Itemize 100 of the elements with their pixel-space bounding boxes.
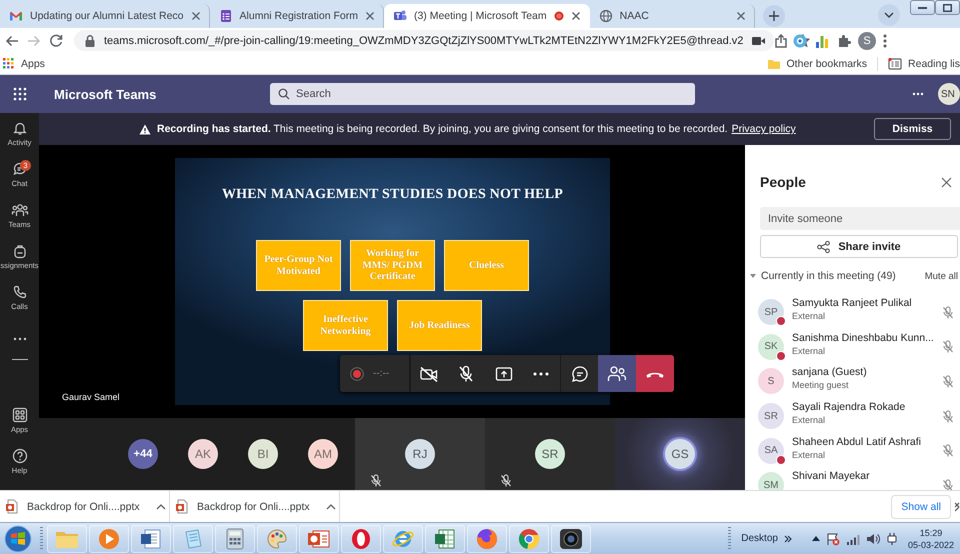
menu-icon[interactable] [882, 32, 888, 48]
chevron-down-icon [884, 12, 894, 18]
participant-avatar: SA [758, 438, 784, 464]
caret-down-icon[interactable] [749, 272, 757, 280]
search-icon [278, 88, 290, 100]
browser-tab[interactable]: (3) Meeting | Microsoft Team [384, 4, 590, 28]
lock-icon [84, 34, 96, 47]
more-icon[interactable] [12, 336, 26, 340]
participant-role: External [792, 450, 826, 460]
hangup-button[interactable] [636, 355, 674, 392]
clock[interactable]: 15:29 05-03-2022 [908, 526, 954, 550]
speaker-icon[interactable] [866, 532, 880, 546]
user-avatar[interactable]: SN [938, 83, 960, 105]
browser-icon[interactable] [518, 528, 540, 550]
chevron-up-icon[interactable] [326, 504, 336, 510]
close-icon[interactable] [364, 11, 375, 21]
ring-icon[interactable] [350, 528, 372, 550]
participant-avatar: SM [758, 472, 784, 490]
camera-icon[interactable] [559, 528, 583, 550]
warning-icon [139, 124, 151, 134]
folder-icon [766, 58, 781, 70]
participant-name[interactable]: sanjana (Guest) [792, 366, 934, 378]
participant-avatar: BI [248, 439, 278, 469]
apps-icon[interactable] [12, 407, 28, 423]
presentation-icon[interactable] [307, 528, 331, 550]
panel-title: People [760, 174, 806, 190]
toolbar-label[interactable]: Desktop [741, 533, 778, 544]
reading-list-icon [888, 58, 902, 70]
share-icon [817, 240, 830, 252]
participant-role: External [792, 415, 826, 426]
profile-avatar[interactable]: S [858, 32, 876, 50]
participant-avatar: SR [535, 439, 565, 469]
chevron-up-icon[interactable] [156, 504, 166, 510]
participant-name[interactable]: Samyukta Ranjeet Pulikal [792, 297, 934, 310]
calculator-icon[interactable] [225, 528, 245, 550]
presenter-name: Gaurav Samel [62, 392, 120, 402]
chevron-up-icon[interactable] [812, 536, 820, 541]
dismiss-button[interactable]: Dismiss [874, 118, 951, 140]
teams-icon[interactable] [10, 202, 28, 218]
close-icon[interactable] [941, 176, 952, 188]
spreadsheet-icon[interactable] [434, 528, 456, 550]
close-icon[interactable] [570, 11, 581, 21]
people-button[interactable] [598, 355, 636, 392]
search-field[interactable]: Search [270, 83, 695, 105]
share-icon[interactable] [774, 34, 788, 48]
participant-name[interactable]: Shivani Mayekar [792, 470, 934, 482]
record-icon[interactable] [350, 366, 364, 380]
participant-avatar: AK [188, 439, 218, 469]
close-icon[interactable] [736, 11, 746, 21]
close-icon[interactable] [190, 11, 201, 21]
invite-field[interactable]: Invite someone [760, 207, 960, 230]
minimize-button[interactable] [910, 0, 935, 15]
tab-search-button[interactable] [878, 4, 900, 26]
reading-list-button[interactable]: Reading lis [888, 58, 960, 70]
participant-role: Meeting guest [792, 380, 850, 390]
camera-icon[interactable] [751, 34, 766, 46]
share-invite-button[interactable]: Share invite [760, 235, 958, 258]
participant-name[interactable]: Sanishma Dineshbabu Kunn... [792, 332, 934, 344]
new-tab-button[interactable] [762, 5, 785, 27]
mail-icon [9, 9, 23, 23]
file-icon [5, 499, 19, 514]
maximize-icon [943, 4, 952, 12]
reload-icon[interactable] [48, 32, 64, 48]
mic-off-icon [458, 364, 474, 382]
bell-icon[interactable] [12, 120, 28, 136]
palette-icon[interactable] [266, 528, 288, 550]
help-icon[interactable] [12, 448, 28, 464]
phone-icon[interactable] [12, 284, 28, 300]
apps-grid-icon [2, 57, 15, 70]
puzzle-icon[interactable] [836, 32, 852, 48]
people-icon [607, 364, 627, 382]
mute-all-link[interactable]: Mute all [924, 270, 958, 282]
show-all-button[interactable]: Show all [891, 494, 951, 518]
slide-box: Peer-Group Not Motivated [256, 240, 341, 291]
overflow-avatar[interactable]: +44 [128, 439, 158, 469]
plug-icon[interactable] [886, 532, 898, 546]
app-launcher-icon[interactable] [13, 87, 27, 101]
participant-avatar: GS [665, 439, 695, 469]
extension-icon[interactable] [792, 32, 808, 48]
maximize-button[interactable] [935, 0, 960, 15]
participant-name[interactable]: Sayali Rajendra Rokade [792, 401, 934, 414]
participant-role: External [792, 311, 826, 322]
privacy-policy-link[interactable]: Privacy policy [732, 123, 796, 135]
apps-bookmark[interactable]: Apps [2, 57, 45, 70]
play-icon[interactable] [98, 528, 120, 550]
browser-icon[interactable] [476, 528, 498, 550]
app-title: Microsoft Teams [54, 86, 158, 102]
participant-name[interactable]: Shaheen Abdul Latif Ashrafi [792, 436, 934, 448]
close-icon[interactable] [955, 502, 960, 512]
flag-icon[interactable] [826, 532, 840, 546]
chevron-right-icon[interactable] [784, 534, 792, 542]
slide-box: Job Readiness [397, 300, 482, 351]
bookmark-folder[interactable]: Other bookmarks [766, 58, 868, 70]
more-icon[interactable] [912, 92, 924, 96]
minimize-icon [918, 6, 927, 10]
backpack-icon[interactable] [12, 243, 28, 259]
form-icon [218, 9, 233, 23]
document-icon[interactable] [140, 528, 162, 550]
plus-icon [768, 11, 779, 21]
section-header[interactable]: Currently in this meeting (49) [761, 270, 896, 282]
